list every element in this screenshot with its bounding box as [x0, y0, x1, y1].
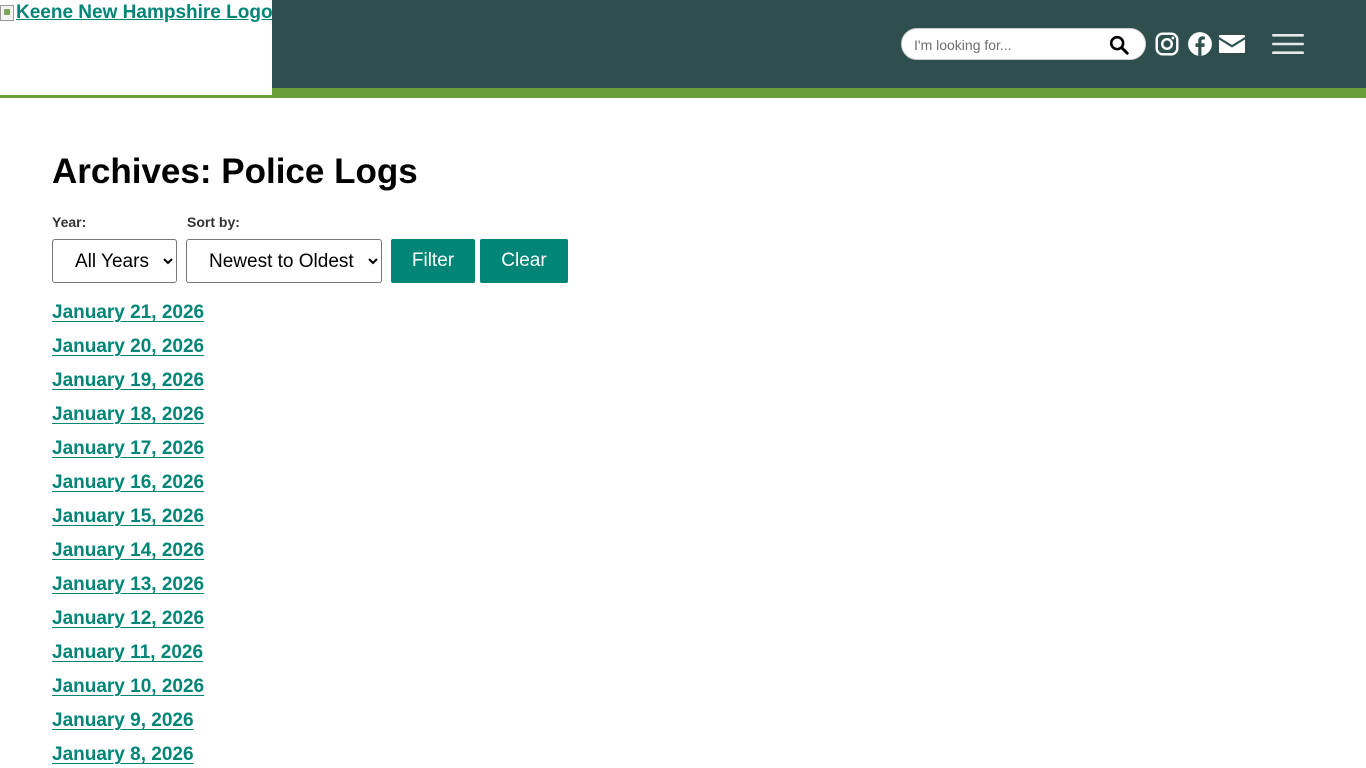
logo-alt-text: Keene New Hampshire Logo: [16, 2, 273, 23]
police-log-link[interactable]: January 15, 2026: [52, 506, 204, 527]
list-item: January 17, 2026: [52, 438, 204, 472]
search-box: [901, 28, 1146, 60]
hamburger-menu-icon[interactable]: [1270, 31, 1306, 57]
police-log-link[interactable]: January 18, 2026: [52, 404, 204, 425]
list-item: January 14, 2026: [52, 540, 204, 574]
facebook-icon[interactable]: [1187, 31, 1213, 57]
page-title: Archives: Police Logs: [52, 152, 418, 191]
list-item: January 20, 2026: [52, 336, 204, 370]
sort-label: Sort by:: [187, 214, 240, 230]
police-log-link[interactable]: January 8, 2026: [52, 744, 194, 765]
police-log-link[interactable]: January 19, 2026: [52, 370, 204, 391]
sort-select[interactable]: Newest to Oldest: [186, 239, 382, 283]
search-input[interactable]: [914, 35, 1104, 55]
logo-link[interactable]: Keene New Hampshire Logo: [0, 2, 273, 24]
list-item: January 13, 2026: [52, 574, 204, 608]
list-item: January 15, 2026: [52, 506, 204, 540]
filter-button[interactable]: Filter: [391, 239, 475, 283]
list-item: January 16, 2026: [52, 472, 204, 506]
instagram-icon[interactable]: [1154, 31, 1180, 57]
police-log-link[interactable]: January 9, 2026: [52, 710, 194, 731]
list-item: January 10, 2026: [52, 676, 204, 710]
police-log-link[interactable]: January 21, 2026: [52, 302, 204, 323]
police-log-list: January 21, 2026 January 20, 2026 Januar…: [52, 302, 204, 768]
list-item: January 19, 2026: [52, 370, 204, 404]
email-icon[interactable]: [1218, 33, 1246, 55]
list-item: January 8, 2026: [52, 744, 204, 768]
list-item: January 18, 2026: [52, 404, 204, 438]
logo-container: Keene New Hampshire Logo: [0, 0, 273, 95]
police-log-link[interactable]: January 12, 2026: [52, 608, 204, 629]
police-log-link[interactable]: January 14, 2026: [52, 540, 204, 561]
year-select[interactable]: All Years: [52, 239, 177, 283]
police-log-link[interactable]: January 20, 2026: [52, 336, 204, 357]
list-item: January 12, 2026: [52, 608, 204, 642]
year-label: Year:: [52, 214, 87, 230]
broken-image-icon: [0, 5, 14, 21]
police-log-link[interactable]: January 16, 2026: [52, 472, 204, 493]
police-log-link[interactable]: January 11, 2026: [52, 642, 203, 663]
police-log-link[interactable]: January 13, 2026: [52, 574, 204, 595]
list-item: January 21, 2026: [52, 302, 204, 336]
police-log-link[interactable]: January 10, 2026: [52, 676, 204, 697]
clear-button[interactable]: Clear: [480, 239, 568, 283]
police-log-link[interactable]: January 17, 2026: [52, 438, 204, 459]
list-item: January 11, 2026: [52, 642, 204, 676]
list-item: January 9, 2026: [52, 710, 204, 744]
search-icon[interactable]: [1108, 34, 1130, 56]
